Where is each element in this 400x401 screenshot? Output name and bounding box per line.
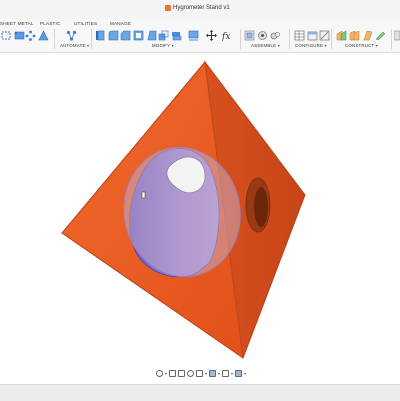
offset-plane-icon[interactable] bbox=[336, 30, 347, 41]
pattern-tool-icon[interactable] bbox=[25, 30, 36, 41]
viewports-caret[interactable]: ▾ bbox=[244, 370, 246, 377]
chamfer-icon[interactable] bbox=[120, 30, 131, 41]
navigation-bar: ▾ ▾ ▾ ▾ ▾ bbox=[156, 368, 246, 379]
axis-icon[interactable] bbox=[375, 30, 386, 41]
group-label-automate[interactable]: AUTOMATE ▾ bbox=[60, 43, 89, 48]
joint-icon[interactable] bbox=[257, 30, 268, 41]
tab-plastic[interactable]: PLASTIC bbox=[40, 21, 61, 26]
ribbon-separator bbox=[289, 29, 290, 49]
document-title: Hygrometer Stand v1 bbox=[165, 5, 230, 11]
viewports-icon[interactable] bbox=[235, 370, 243, 377]
orbit-icon[interactable] bbox=[156, 370, 163, 377]
ribbon-separator bbox=[331, 29, 332, 49]
zoom-caret[interactable]: ▾ bbox=[205, 370, 207, 377]
change-parameters-icon[interactable]: fx bbox=[222, 30, 233, 41]
tab-manage[interactable]: MANAGE bbox=[110, 21, 131, 26]
title-bar: Hygrometer Stand v1 bbox=[0, 0, 400, 20]
offset-face-icon[interactable] bbox=[188, 30, 199, 41]
svg-text:fx: fx bbox=[222, 32, 230, 41]
document-title-text: Hygrometer Stand v1 bbox=[173, 5, 230, 11]
tab-sheet-metal[interactable]: SHEET METAL bbox=[0, 21, 34, 26]
ribbon-separator bbox=[54, 29, 55, 49]
grid-settings-icon[interactable] bbox=[222, 370, 230, 377]
tab-utilities[interactable]: UTILITIES bbox=[74, 21, 97, 26]
ribbon-separator bbox=[91, 29, 92, 49]
move-copy-icon[interactable] bbox=[206, 30, 217, 41]
draft-icon[interactable] bbox=[146, 30, 157, 41]
pan-icon[interactable] bbox=[169, 370, 177, 377]
orbit-caret[interactable]: ▾ bbox=[165, 370, 167, 377]
inspect-icon[interactable] bbox=[394, 30, 400, 41]
timeline-bar bbox=[0, 384, 400, 401]
right-face-hole-inner bbox=[254, 187, 268, 227]
toolbar-ribbon: SHEET METAL PLASTIC UTILITIES MANAGE AUT… bbox=[0, 19, 400, 53]
group-label-construct[interactable]: CONSTRUCT ▾ bbox=[345, 43, 378, 48]
grid-caret[interactable]: ▾ bbox=[231, 370, 233, 377]
tangent-plane-icon[interactable] bbox=[362, 30, 373, 41]
model-render[interactable] bbox=[0, 53, 400, 383]
automate-icon[interactable] bbox=[66, 30, 77, 41]
group-label-modify[interactable]: MODIFY ▾ bbox=[152, 43, 174, 48]
as-built-joint-icon[interactable] bbox=[270, 30, 281, 41]
fillet-icon[interactable] bbox=[108, 30, 119, 41]
configure-table-icon[interactable] bbox=[294, 30, 305, 41]
configure-suppress-icon[interactable] bbox=[319, 30, 330, 41]
group-label-assemble[interactable]: ASSEMBLE ▾ bbox=[251, 43, 280, 48]
ribbon-separator bbox=[391, 29, 392, 49]
combine-icon[interactable] bbox=[171, 30, 182, 41]
sketch-tool-icon[interactable] bbox=[1, 30, 12, 41]
canvas-viewport[interactable] bbox=[0, 53, 400, 383]
ribbon-separator bbox=[240, 29, 241, 49]
rectangle-tool-icon[interactable] bbox=[14, 30, 25, 41]
configure-row-icon[interactable] bbox=[307, 30, 318, 41]
scale-icon[interactable] bbox=[158, 30, 169, 41]
display-caret[interactable]: ▾ bbox=[218, 370, 220, 377]
look-at-icon[interactable] bbox=[178, 370, 186, 377]
plane-at-angle-icon[interactable] bbox=[349, 30, 360, 41]
new-component-icon[interactable] bbox=[244, 30, 255, 41]
triangle-tool-icon[interactable] bbox=[38, 30, 49, 41]
shell-icon[interactable] bbox=[133, 30, 144, 41]
document-icon bbox=[165, 5, 171, 11]
display-settings-icon[interactable] bbox=[209, 370, 217, 377]
group-label-configure[interactable]: CONFIGURE ▾ bbox=[295, 43, 327, 48]
press-pull-icon[interactable] bbox=[95, 30, 106, 41]
fit-icon[interactable] bbox=[196, 370, 204, 377]
zoom-icon[interactable] bbox=[187, 370, 195, 377]
